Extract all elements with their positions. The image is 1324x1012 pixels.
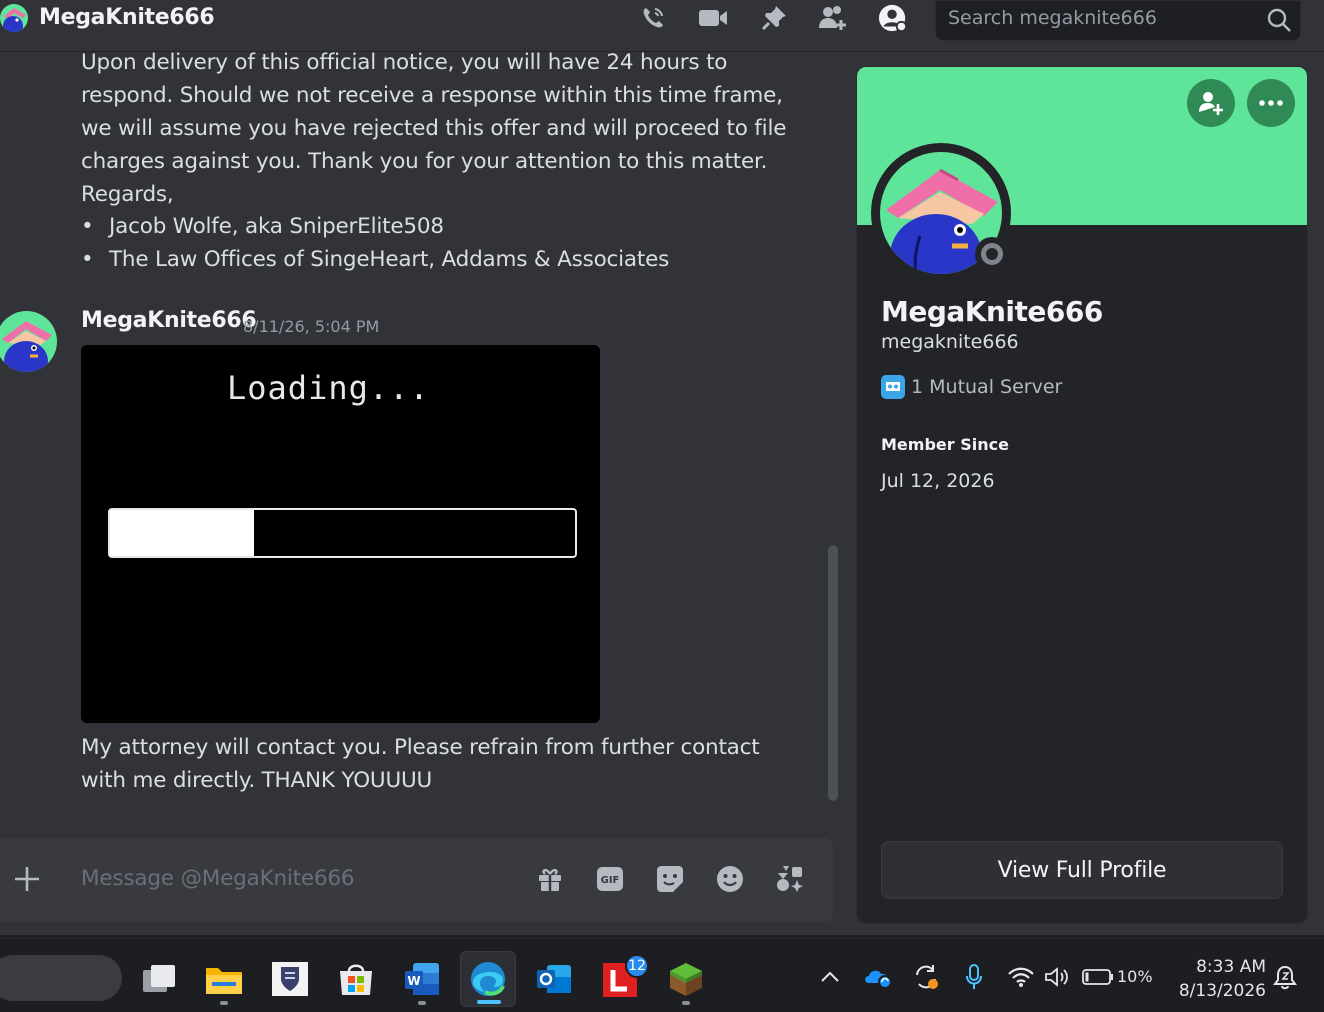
shield-app-icon (272, 962, 308, 996)
message-input[interactable]: Message @MegaKnite666 (81, 866, 355, 891)
profile-display-name: MegaKnite666 (881, 295, 1103, 328)
upload-plus-icon[interactable] (12, 864, 42, 898)
message-composer: Message @MegaKnite666 GIF (0, 838, 833, 922)
status-indicator (975, 237, 1009, 271)
message-line: charges against you. Thank you for your … (81, 149, 768, 174)
minecraft-button[interactable] (658, 951, 714, 1007)
search-bar[interactable]: Search megaknite666 (935, 0, 1301, 41)
more-options-button[interactable] (1247, 79, 1295, 127)
dm-title: MegaKnite666 (39, 5, 215, 30)
dm-header: MegaKnite666 Search megaknite666 (0, 0, 1324, 52)
server-icon (881, 375, 905, 399)
bullet-item: • The Law Offices of SingeHeart, Addams &… (81, 247, 670, 272)
minecraft-grass-block-icon (670, 963, 702, 996)
gif-icon[interactable]: GIF (593, 862, 627, 896)
video-call-icon[interactable] (698, 4, 728, 32)
header-avatar[interactable] (0, 4, 28, 32)
file-explorer-button[interactable] (196, 951, 252, 1007)
wifi-icon[interactable] (1006, 963, 1036, 991)
message-line: Upon delivery of this official notice, y… (81, 50, 728, 75)
gif-progress-fill (110, 510, 255, 556)
view-full-profile-button[interactable]: View Full Profile (881, 841, 1283, 899)
word-button[interactable]: W (394, 951, 450, 1007)
message-timestamp: 8/11/26, 5:04 PM (243, 317, 380, 336)
member-since-heading: Member Since (881, 435, 1009, 454)
chat-scrollbar[interactable] (828, 545, 838, 801)
author-avatar[interactable] (0, 311, 57, 372)
bullet-text: Jacob Wolfe, aka SniperElite508 (109, 214, 444, 239)
folder-icon (206, 968, 242, 994)
search-icon (1267, 8, 1291, 32)
apps-icon[interactable] (773, 862, 807, 896)
emoji-icon[interactable] (713, 862, 747, 896)
message-list: Upon delivery of this official notice, y… (0, 50, 845, 837)
add-friend-icon (1199, 92, 1223, 115)
gif-loading-text: Loading... (227, 369, 430, 407)
notification-badge: 12 (625, 954, 649, 978)
bullet-text: The Law Offices of SingeHeart, Addams & … (109, 247, 670, 272)
show-hidden-icons-chevron-icon[interactable] (818, 963, 842, 991)
profile-avatar[interactable] (871, 143, 1011, 283)
member-since-date: Jul 12, 2026 (881, 470, 995, 492)
profile-username: megaknite666 (881, 331, 1019, 353)
microsoft-store-button[interactable] (328, 951, 384, 1007)
message-author[interactable]: MegaKnite666 (81, 308, 257, 333)
task-view-icon (143, 965, 175, 992)
scrollbar-thumb[interactable] (828, 545, 838, 801)
store-icon (340, 964, 372, 995)
message-line: Regards, (81, 182, 174, 207)
word-icon: W (405, 963, 439, 995)
onedrive-sync-icon[interactable] (862, 963, 894, 991)
search-input[interactable]: Search megaknite666 (948, 7, 1157, 29)
gif-icon-label: GIF (601, 875, 620, 886)
sticker-icon[interactable] (653, 862, 687, 896)
discord-window: MegaKnite666 Search megaknite666 Upon de… (0, 0, 1324, 935)
clock-time: 8:33 AM (1196, 957, 1266, 977)
battery-icon[interactable] (1081, 963, 1115, 991)
volume-icon[interactable] (1042, 963, 1072, 991)
microphone-icon[interactable] (962, 963, 986, 991)
gift-icon[interactable] (533, 862, 567, 896)
sync-icon[interactable] (910, 963, 942, 991)
battery-percent: 10% (1117, 967, 1153, 986)
pin-icon[interactable] (759, 4, 789, 32)
mutual-servers-link[interactable]: 1 Mutual Server (881, 375, 1062, 399)
outlook-icon (537, 965, 571, 993)
notifications-bell-icon[interactable] (1270, 963, 1300, 991)
message-line: with me directly. THANK YOUUUU (81, 768, 433, 793)
shield-app-button[interactable] (262, 951, 318, 1007)
voice-call-icon[interactable] (638, 4, 668, 32)
gif-progress-bar (108, 508, 577, 558)
svg-text:W: W (407, 974, 420, 988)
mutual-servers-text: 1 Mutual Server (911, 376, 1063, 398)
taskbar-clock[interactable]: 8:33 AM 8/13/2026 (1170, 955, 1266, 1003)
add-friends-icon[interactable] (818, 4, 848, 32)
outlook-button[interactable] (526, 951, 582, 1007)
edge-icon (471, 962, 505, 996)
bullet-item: • Jacob Wolfe, aka SniperElite508 (81, 214, 444, 239)
clock-date: 8/13/2026 (1178, 981, 1266, 1001)
user-profile-panel: MegaKnite666 megaknite666 1 Mutual Serve… (856, 66, 1308, 924)
more-dots-icon (1259, 100, 1283, 106)
gif-attachment[interactable]: Loading... (81, 345, 600, 723)
add-friend-button[interactable] (1187, 79, 1235, 127)
message-line: we will assume you have rejected this of… (81, 116, 787, 141)
windows-taskbar: W 12 10% 8:33 AM 8/13/2026 (0, 938, 1324, 1012)
l-app-button[interactable]: 12 (592, 951, 649, 1007)
user-profile-icon[interactable] (878, 4, 908, 33)
message-line: My attorney will contact you. Please ref… (81, 735, 760, 760)
edge-button[interactable] (460, 951, 516, 1007)
task-view-button[interactable] (130, 951, 186, 1007)
message-line: respond. Should we not receive a respons… (81, 83, 783, 108)
taskbar-search[interactable] (0, 955, 122, 1001)
